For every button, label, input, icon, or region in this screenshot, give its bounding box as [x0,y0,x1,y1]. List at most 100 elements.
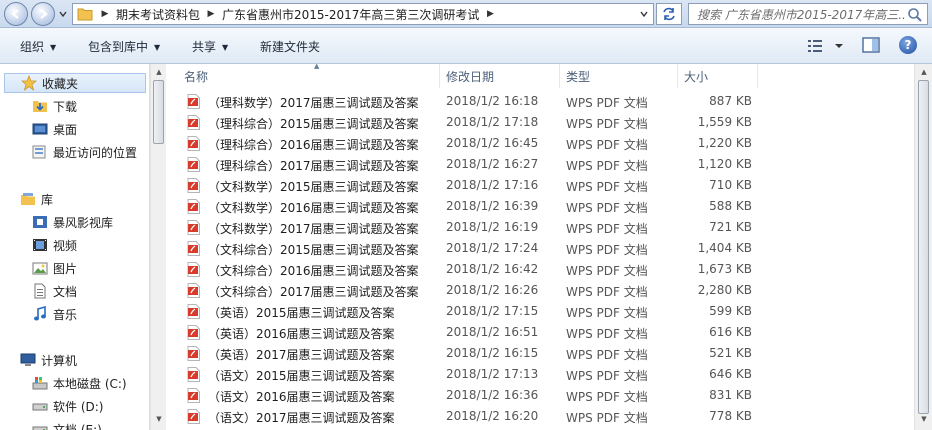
desktop-icon [32,123,48,135]
preview-pane-icon[interactable] [862,37,880,53]
file-modified: 2018/1/2 16:36 [446,388,539,402]
address-box[interactable]: ▶ 期末考试资料包 ▶ 广东省惠州市2015-2017年高三第三次调研考试 ▶ [72,3,654,25]
sidebar-item-downloads[interactable]: 下载 [32,96,77,116]
file-modified: 2018/1/2 16:18 [446,94,539,108]
breadcrumb-separator-icon[interactable]: ▶ [97,9,113,19]
scroll-up-arrow-icon[interactable]: ▲ [919,67,929,77]
sidebar-item-storm-video[interactable]: 暴风影视库 [32,212,113,232]
view-options-icon[interactable] [806,38,844,54]
sidebar-item-label: 文档 [53,284,78,299]
scroll-down-arrow-icon[interactable]: ▼ [919,414,929,424]
column-header-name[interactable]: 名称 ▲ [178,64,440,88]
sidebar-item-libraries[interactable]: 库 [20,189,53,209]
file-size: 521 KB [709,346,752,360]
file-type: WPS PDF 文档 [566,306,648,320]
pdf-file-icon [187,94,200,109]
breadcrumb-item[interactable]: 广东省惠州市2015-2017年高三第三次调研考试 [219,6,482,23]
sidebar-item-computer[interactable]: 计算机 [20,350,77,370]
recent-pages-dropdown-icon[interactable] [58,9,68,19]
command-bar: 组织 ▼ 包含到库中 ▼ 共享 ▼ 新建文件夹 ? [0,28,932,64]
chevron-down-icon: ▼ [222,43,229,52]
pdf-file-icon [187,115,200,130]
search-icon[interactable] [907,7,923,23]
address-history-chevron-icon[interactable] [639,9,649,19]
file-row[interactable]: （语文）2015届惠三调试题及答案 2018/1/2 17:13 WPS PDF 文… [178,364,758,385]
organize-button[interactable]: 组织 ▼ [20,38,56,55]
file-row[interactable]: （文科综合）2016届惠三调试题及答案 2018/1/2 16:42 WPS PDF… [178,259,758,280]
sidebar-item-drive-e[interactable]: 文档 (E:) [32,419,102,430]
file-row[interactable]: （英语）2015届惠三调试题及答案 2018/1/2 17:15 WPS PDF 文… [178,301,758,322]
file-name: （语文）2015届惠三调试题及答案 [208,369,395,383]
pdf-file-icon [187,367,200,382]
file-row[interactable]: （文科数学）2017届惠三调试题及答案 2018/1/2 16:19 WPS PDF… [178,217,758,238]
breadcrumb-item[interactable]: 期末考试资料包 [113,6,203,23]
chevron-down-icon: ▼ [154,43,161,52]
file-row[interactable]: （文科综合）2017届惠三调试题及答案 2018/1/2 16:26 WPS PDF… [178,280,758,301]
back-button[interactable] [4,2,28,26]
column-header-label: 名称 [184,69,209,84]
sidebar-item-videos[interactable]: 视频 [32,235,77,255]
scroll-down-arrow-icon[interactable]: ▼ [154,414,164,424]
forward-button[interactable] [31,2,55,26]
sidebar-item-drive-c[interactable]: 本地磁盘 (C:) [32,373,127,393]
pdf-file-icon [187,199,200,214]
sidebar-item-label: 音乐 [53,307,78,322]
file-name: （语文）2016届惠三调试题及答案 [208,390,395,404]
scrollbar-thumb[interactable] [918,80,929,414]
new-folder-button[interactable]: 新建文件夹 [260,38,320,55]
share-button[interactable]: 共享 ▼ [192,38,228,55]
file-size: 721 KB [709,220,752,234]
picture-icon [32,262,48,275]
file-row[interactable]: （英语）2017届惠三调试题及答案 2018/1/2 16:15 WPS PDF 文… [178,343,758,364]
file-type: WPS PDF 文档 [566,369,648,383]
column-header-label: 类型 [566,69,591,84]
file-row[interactable]: （语文）2017届惠三调试题及答案 2018/1/2 16:20 WPS PDF 文… [178,406,758,427]
file-row[interactable]: （理科数学）2017届惠三调试题及答案 2018/1/2 16:18 WPS PDF… [178,91,758,112]
scroll-up-arrow-icon[interactable]: ▲ [154,67,164,77]
sidebar-item-desktop[interactable]: 桌面 [32,119,77,139]
file-row[interactable]: （语文）2016届惠三调试题及答案 2018/1/2 16:36 WPS PDF 文… [178,385,758,406]
file-size: 1,404 KB [697,241,752,255]
search-input[interactable]: 搜索 广东省惠州市2015-2017年高三... [688,3,928,25]
file-row[interactable]: （理科综合）2017届惠三调试题及答案 2018/1/2 16:27 WPS PDF… [178,154,758,175]
refresh-button[interactable] [656,3,682,25]
column-header-type[interactable]: 类型 [560,64,678,88]
breadcrumb-separator-icon[interactable]: ▶ [482,9,498,19]
scrollbar-thumb[interactable] [153,80,164,144]
pdf-file-icon [187,178,200,193]
file-name: （文科综合）2017届惠三调试题及答案 [208,285,419,299]
video-library-icon [33,216,47,228]
sort-ascending-icon: ▲ [314,64,320,70]
file-row[interactable]: （文科数学）2016届惠三调试题及答案 2018/1/2 16:39 WPS PDF… [178,196,758,217]
help-button[interactable]: ? [899,36,917,54]
file-row[interactable]: （文科综合）2015届惠三调试题及答案 2018/1/2 17:24 WPS PDF… [178,238,758,259]
sidebar-item-recent-places[interactable]: 最近访问的位置 [32,142,137,162]
file-type: WPS PDF 文档 [566,411,648,425]
file-row[interactable]: （英语）2016届惠三调试题及答案 2018/1/2 16:51 WPS PDF 文… [178,322,758,343]
file-row[interactable]: （理科综合）2016届惠三调试题及答案 2018/1/2 16:45 WPS PDF… [178,133,758,154]
sidebar-item-documents[interactable]: 文档 [32,281,77,301]
sidebar-item-music[interactable]: 音乐 [32,304,77,324]
breadcrumb-separator-icon[interactable]: ▶ [203,9,219,19]
film-icon [33,239,47,251]
file-row[interactable]: （理科综合）2015届惠三调试题及答案 2018/1/2 17:18 WPS PDF… [178,112,758,133]
file-name: （文科数学）2017届惠三调试题及答案 [208,222,419,236]
file-name: （文科数学）2016届惠三调试题及答案 [208,201,419,215]
file-row[interactable]: （文科数学）2015届惠三调试题及答案 2018/1/2 17:16 WPS PDF… [178,175,758,196]
sidebar-item-pictures[interactable]: 图片 [32,258,77,278]
search-placeholder: 搜索 广东省惠州市2015-2017年高三... [697,7,905,22]
file-list-scrollbar[interactable]: ▲ ▼ [914,64,932,430]
include-in-library-button[interactable]: 包含到库中 ▼ [88,38,160,55]
file-name: （文科数学）2015届惠三调试题及答案 [208,180,419,194]
file-size: 1,559 KB [697,115,752,129]
navigation-pane-scrollbar[interactable]: ▲ ▼ [150,64,166,430]
sidebar-item-drive-d[interactable]: 软件 (D:) [32,396,103,416]
file-size: 599 KB [709,304,752,318]
file-type: WPS PDF 文档 [566,243,648,257]
file-name: （英语）2017届惠三调试题及答案 [208,348,395,362]
new-folder-label: 新建文件夹 [260,40,321,54]
pdf-file-icon [187,136,200,151]
sidebar-item-favorites[interactable]: 收藏夹 [4,73,146,93]
column-header-size[interactable]: 大小 [678,64,758,88]
column-header-modified[interactable]: 修改日期 [440,64,560,88]
